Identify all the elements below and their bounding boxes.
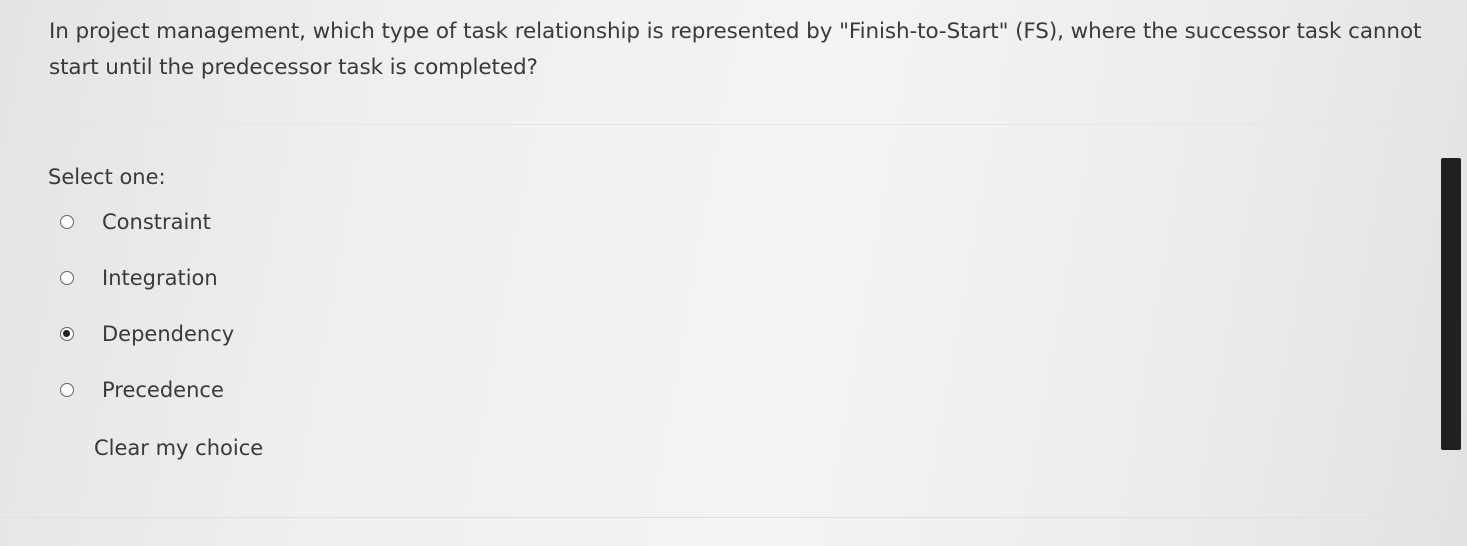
option-label: Constraint bbox=[102, 210, 211, 234]
option-label: Dependency bbox=[102, 322, 235, 346]
option-constraint[interactable]: Constraint bbox=[60, 205, 211, 239]
scrollbar-thumb[interactable] bbox=[1441, 158, 1461, 450]
select-one-prompt: Select one: bbox=[48, 165, 166, 189]
option-label: Integration bbox=[102, 266, 218, 290]
option-precedence[interactable]: Precedence bbox=[60, 373, 224, 407]
radio-button-icon[interactable] bbox=[60, 215, 74, 229]
radio-button-icon[interactable] bbox=[60, 383, 74, 397]
option-label: Precedence bbox=[102, 378, 224, 402]
option-dependency[interactable]: Dependency bbox=[60, 317, 234, 351]
radio-button-selected-icon[interactable] bbox=[60, 327, 74, 341]
clear-choice-link[interactable]: Clear my choice bbox=[94, 436, 263, 460]
question-text: In project management, which type of tas… bbox=[49, 19, 1422, 80]
option-integration[interactable]: Integration bbox=[60, 261, 218, 295]
radio-button-icon[interactable] bbox=[60, 271, 74, 285]
quiz-question-card: In project management, which type of tas… bbox=[0, 0, 1467, 546]
